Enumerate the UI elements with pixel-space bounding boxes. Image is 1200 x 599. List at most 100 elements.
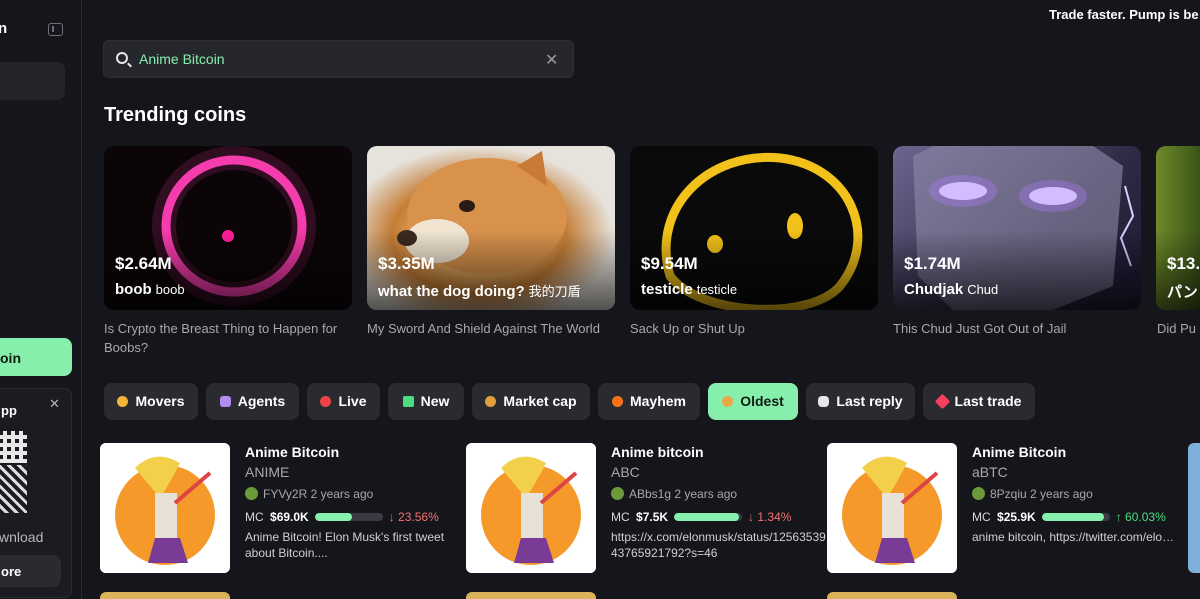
coin-card[interactable]: Anime Bitcoin ANIME FYVy2R 2 years ago M…	[100, 443, 444, 573]
coin-thumbnail	[466, 443, 596, 573]
coin-name: Anime Bitcoin	[972, 444, 1067, 460]
trending-coin-name: testicle	[641, 281, 693, 298]
creator-row: FYVy2R 2 years ago	[245, 487, 373, 501]
coin-description: anime bitcoin, https://twitter.com/elonm…	[972, 530, 1177, 544]
filter-label: Last trade	[954, 393, 1022, 409]
filter-label: Last reply	[836, 393, 903, 409]
trending-name: Chudjak Chud	[904, 281, 998, 298]
learn-more-button[interactable]: ore	[0, 555, 61, 587]
bonding-progress-bar	[1041, 513, 1110, 521]
qr-code-body	[0, 465, 27, 513]
filter-agents[interactable]: Agents	[206, 383, 299, 420]
bonding-progress-bar	[314, 513, 383, 521]
speech-bubble-icon	[818, 396, 830, 407]
progress-fill	[674, 513, 739, 521]
filter-market-cap[interactable]: Market cap	[472, 383, 590, 420]
search-bar: ✕	[103, 40, 574, 78]
trending-coin-name: Chudjak	[904, 281, 964, 298]
created-age: 2 years ago	[310, 487, 374, 501]
creator-name[interactable]: ABbs1g	[629, 487, 671, 501]
sidebar: n oin pp ✕ wnload ore	[0, 0, 82, 599]
creator-avatar-icon	[245, 487, 258, 500]
trending-name: testicle testicle	[641, 281, 737, 298]
trending-market-cap: $9.54M	[641, 254, 698, 273]
creator-row: ABbs1g 2 years ago	[611, 487, 737, 501]
coin-thumbnail-next-row[interactable]	[100, 592, 230, 599]
coin-card[interactable]: Anime Bitcoin aBTC 8Pzqiu 2 years ago MC…	[827, 443, 1177, 573]
trending-ticker: boob	[155, 282, 185, 297]
filter-label: Movers	[135, 393, 185, 409]
filter-label: Market cap	[503, 393, 577, 409]
trending-coin-name: パン	[1167, 284, 1198, 301]
coin-thumbnail-next-row[interactable]	[827, 592, 957, 599]
filter-new[interactable]: New	[388, 383, 464, 420]
coin-ticker: ANIME	[245, 464, 290, 480]
creator-avatar-icon	[972, 487, 985, 500]
market-cap-row: MC $69.0K ↓ 23.56%	[245, 510, 439, 524]
coin-name: Anime bitcoin	[611, 444, 704, 460]
coin-ticker: ABC	[611, 464, 640, 480]
top-banner[interactable]: Trade faster. Pump is be	[1049, 7, 1199, 22]
market-cap-value: $7.5K	[636, 510, 669, 524]
mc-label: MC	[245, 510, 264, 524]
filter-movers[interactable]: Movers	[104, 383, 198, 420]
trending-name: boob boob	[115, 281, 185, 298]
trending-market-cap: $2.64M	[115, 254, 172, 273]
trending-card-pan[interactable]: $13. パン	[1156, 146, 1200, 310]
collapse-sidebar-icon[interactable]	[48, 23, 63, 36]
clear-search-icon[interactable]: ✕	[545, 50, 558, 70]
trending-description: Did Pu	[1157, 321, 1197, 336]
leaf-icon	[722, 396, 734, 407]
filter-last-reply[interactable]: Last reply	[806, 383, 915, 420]
coin-thumbnail	[827, 443, 957, 573]
filter-last-trade[interactable]: Last trade	[923, 383, 1035, 420]
market-cap-row: MC $25.9K ↑ 60.03%	[972, 510, 1166, 524]
trending-ticker: Chud	[967, 282, 999, 297]
coin-name: Anime Bitcoin	[245, 444, 340, 460]
filter-label: New	[420, 393, 450, 409]
trending-card-dog[interactable]: $3.35M what the dog doing? 我的刀盾	[367, 146, 615, 310]
creator-name[interactable]: FYVy2R	[263, 487, 307, 501]
progress-fill	[314, 513, 353, 521]
search-icon	[116, 52, 128, 64]
brand-logo-text[interactable]: n	[0, 20, 7, 37]
bonding-progress-bar	[674, 513, 743, 521]
create-coin-button[interactable]: oin	[0, 338, 72, 376]
coin-thumbnail-partial[interactable]	[1188, 443, 1200, 573]
filter-label: Live	[338, 393, 367, 409]
trending-market-cap: $1.74M	[904, 254, 961, 273]
market-cap-value: $69.0K	[270, 510, 309, 524]
filter-label: Mayhem	[629, 393, 687, 409]
trending-coin-name: boob	[115, 281, 152, 298]
trending-card-chudjak[interactable]: $1.74M Chudjak Chud	[893, 146, 1141, 310]
close-icon[interactable]: ✕	[49, 396, 60, 412]
trending-ticker: 我的刀盾	[528, 284, 581, 299]
price-change: ↓ 1.34%	[748, 510, 792, 524]
robot-icon	[219, 396, 231, 407]
coin-description: Anime Bitcoin! Elon Musk's first tweet a…	[245, 530, 445, 560]
sparkle-icon	[934, 393, 950, 410]
trending-name: what the dog doing? 我的刀盾	[378, 281, 581, 300]
creator-name[interactable]: 8Pzqiu	[990, 487, 1027, 501]
app-promo-card: pp ✕ wnload ore	[0, 388, 72, 598]
coin-thumbnail	[100, 443, 230, 573]
created-age: 2 years ago	[1030, 487, 1093, 501]
coin-thumbnail-next-row[interactable]	[466, 592, 596, 599]
filter-label: Oldest	[740, 393, 784, 409]
sidebar-nav-item-active[interactable]	[0, 62, 65, 100]
trending-card-boob[interactable]: $2.64M boob boob	[104, 146, 352, 310]
trending-market-cap: $13.	[1167, 254, 1200, 273]
price-change: ↑ 60.03%	[1115, 510, 1166, 524]
filter-mayhem[interactable]: Mayhem	[598, 383, 700, 420]
trending-card-testicle[interactable]: $9.54M testicle testicle	[630, 146, 878, 310]
anime-bitcoin-image	[466, 443, 596, 573]
anime-bitcoin-image	[100, 443, 230, 573]
filter-live[interactable]: Live	[307, 383, 380, 420]
search-input[interactable]	[139, 49, 519, 69]
filter-oldest[interactable]: Oldest	[708, 383, 798, 420]
download-label: wnload	[0, 529, 44, 545]
filter-label: Agents	[237, 393, 286, 409]
creator-avatar-icon	[611, 487, 624, 500]
market-cap-row: MC $7.5K ↓ 1.34%	[611, 510, 791, 524]
coin-card[interactable]: Anime bitcoin ABC ABbs1g 2 years ago MC …	[466, 443, 826, 573]
